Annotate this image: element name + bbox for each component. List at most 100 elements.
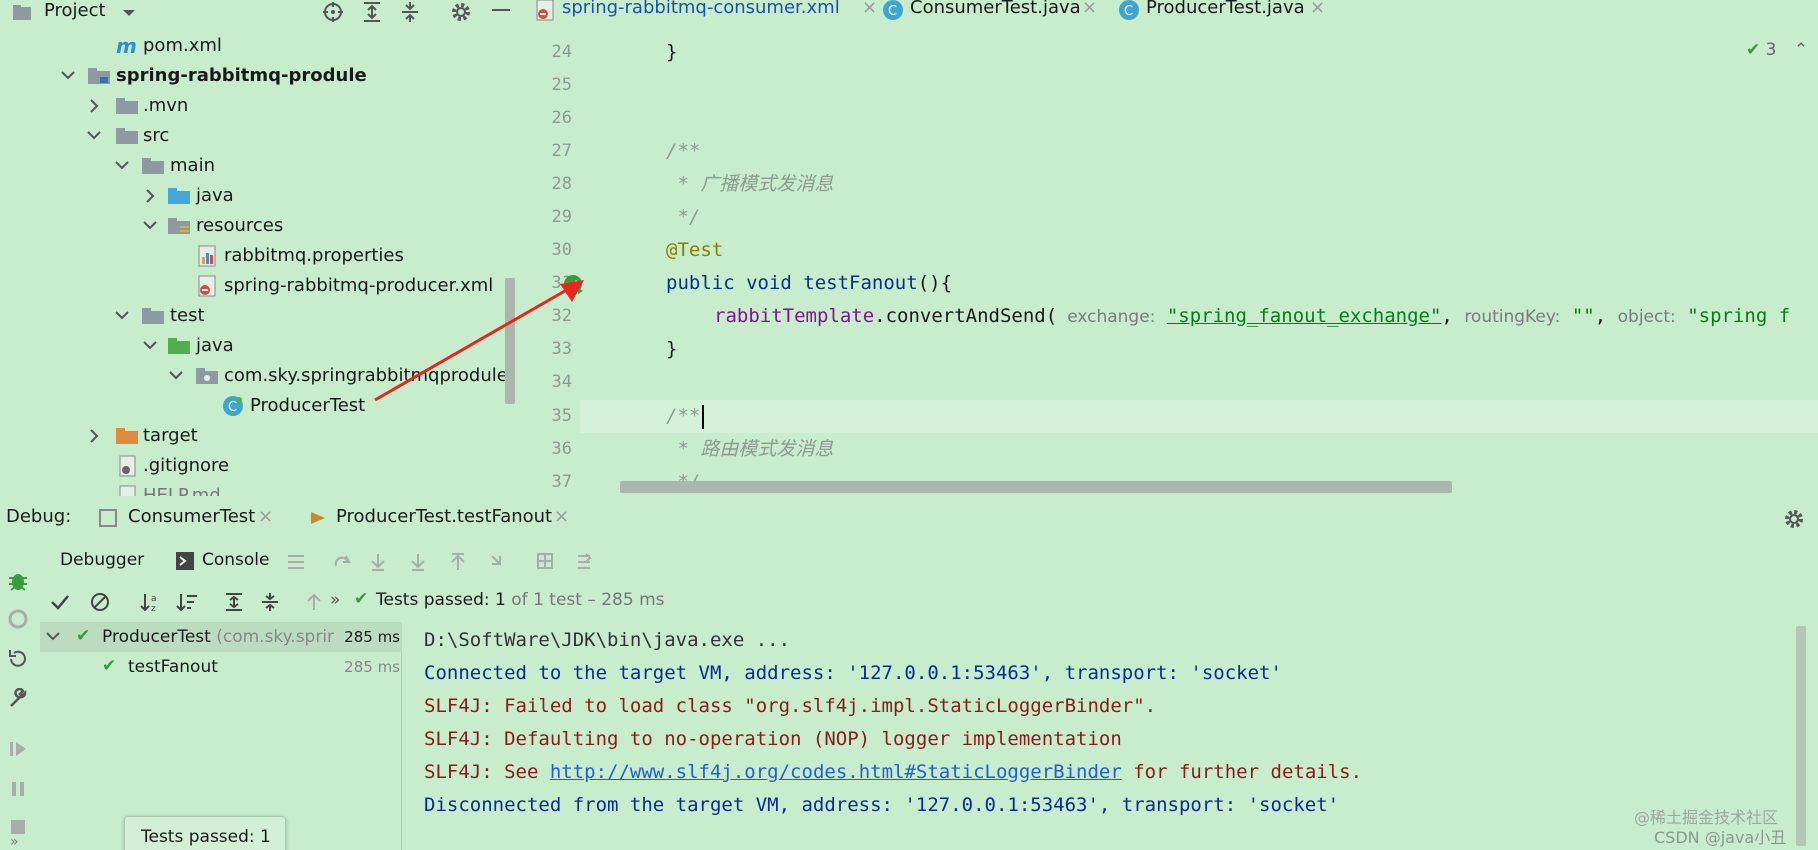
show-passed-icon[interactable] — [50, 592, 70, 612]
chevron-down-icon[interactable] — [86, 122, 102, 150]
collapse-all-icon[interactable] — [260, 592, 280, 612]
debugger-step-actions[interactable] — [286, 552, 726, 572]
bug-icon[interactable] — [7, 570, 29, 592]
locate-icon[interactable] — [322, 1, 344, 23]
tree-item-label: .mvn — [143, 95, 189, 116]
tab-console[interactable]: Console — [202, 550, 270, 570]
tree-item-label: java — [196, 185, 234, 206]
tree-item-target[interactable]: target — [0, 422, 518, 450]
session-label: ProducerTest.testFanout — [336, 506, 553, 527]
debug-label: Debug: — [6, 506, 72, 527]
tree-item-help-md[interactable]: HELP.md — [0, 482, 518, 496]
close-icon[interactable]: × — [1082, 0, 1097, 18]
show-ignored-icon[interactable] — [90, 592, 110, 612]
project-title[interactable]: Project — [44, 0, 106, 21]
chevron-right-icon[interactable] — [86, 92, 102, 120]
restart-icon[interactable] — [7, 648, 29, 670]
previous-failed-icon[interactable] — [304, 592, 324, 612]
collapse-all-icon[interactable] — [400, 1, 420, 23]
class-icon: C — [1119, 0, 1139, 20]
close-icon[interactable]: × — [862, 0, 877, 18]
code-line-27[interactable]: 27 /** — [520, 135, 1818, 168]
tree-item-label: main — [170, 155, 215, 176]
parameter-hint: routingKey: — [1464, 307, 1561, 327]
rerun-failed-icon[interactable] — [7, 608, 29, 630]
code-line-28[interactable]: 28 * 广播模式发消息 — [520, 168, 1818, 201]
watermark: CSDN @java小丑 — [1654, 828, 1787, 847]
test-folder-icon — [168, 338, 190, 354]
gear-icon[interactable] — [1783, 508, 1805, 530]
method-name: testFanout — [803, 272, 918, 294]
code-line-26[interactable]: 26 — [520, 102, 1818, 135]
console-scrollbar[interactable] — [1796, 626, 1806, 846]
tree-item-pom-xml[interactable]: m pom.xml — [0, 32, 518, 60]
code-line-31[interactable]: 31 public void testFanout(){ — [520, 267, 1818, 300]
close-icon[interactable]: × — [258, 506, 273, 527]
tests-passed-toast[interactable]: Tests passed: 1 — [124, 816, 286, 850]
package-icon — [196, 368, 218, 384]
code-line-24[interactable]: 24} — [520, 36, 1818, 69]
tab-debugger[interactable]: Debugger — [60, 550, 144, 570]
more-icon[interactable]: » — [330, 590, 340, 610]
field-name: rabbitTemplate — [714, 305, 875, 327]
tab-label: ConsumerTest.java — [910, 0, 1081, 18]
resume-icon[interactable] — [7, 738, 29, 760]
line-number: 24 — [551, 42, 572, 62]
tree-item-main[interactable]: main — [0, 152, 518, 180]
chevron-down-icon[interactable] — [122, 8, 136, 18]
tree-item-label: rabbitmq.properties — [224, 245, 404, 266]
test-name: ProducerTest — [102, 627, 211, 647]
console-text: for further details. — [1121, 761, 1363, 783]
chevron-down-icon[interactable] — [168, 362, 184, 390]
code-text: , — [1441, 305, 1453, 327]
close-icon[interactable]: × — [554, 506, 569, 527]
code-line-36[interactable]: 36 * 路由模式发消息 — [520, 433, 1818, 466]
chevron-right-icon[interactable] — [142, 182, 158, 210]
code-text: } — [666, 338, 678, 360]
gear-icon[interactable] — [450, 1, 472, 23]
pause-icon[interactable] — [7, 778, 29, 800]
tree-item-src[interactable]: src — [0, 122, 518, 150]
expand-all-icon[interactable] — [362, 1, 382, 23]
method-call: .convertAndSend( — [874, 305, 1058, 327]
comment: */ — [666, 206, 701, 228]
code-line-33[interactable]: 33} — [520, 333, 1818, 366]
sort-by-duration-icon[interactable] — [176, 592, 198, 612]
test-tree-row[interactable]: ✔ testFanout 285 ms — [40, 652, 402, 682]
code-line-32[interactable]: 32 rabbitTemplate.convertAndSend(exchang… — [520, 300, 1818, 333]
test-duration: 285 ms — [340, 628, 400, 646]
code-line-29[interactable]: 29 */ — [520, 201, 1818, 234]
chevron-right-icon[interactable] — [86, 422, 102, 450]
tree-item-mvn[interactable]: .mvn — [0, 92, 518, 120]
tree-item-resources[interactable]: resources — [0, 212, 518, 240]
editor-horizontal-scrollbar[interactable] — [620, 481, 1452, 493]
svg-text:z: z — [151, 604, 156, 612]
expand-all-icon[interactable] — [224, 592, 244, 612]
code-line-35[interactable]: 35 /** — [520, 400, 1818, 433]
tree-item-main-java[interactable]: java — [0, 182, 518, 210]
chevron-down-icon[interactable] — [142, 212, 158, 240]
tree-item-gitignore[interactable]: .gitignore — [0, 452, 518, 480]
minimize-icon[interactable] — [492, 9, 510, 13]
keyword: public void — [666, 272, 792, 294]
sort-alphabetically-icon[interactable]: az — [140, 592, 162, 612]
code-line-30[interactable]: 30 @Test — [520, 234, 1818, 267]
tree-item-rabbitmq-properties[interactable]: rabbitmq.properties — [0, 242, 518, 270]
chevron-down-icon[interactable] — [46, 631, 60, 643]
more-icon[interactable]: » — [10, 834, 19, 850]
wrench-icon[interactable] — [7, 688, 29, 710]
tree-item-spring-rabbitmq-produle[interactable]: spring-rabbitmq-produle — [0, 62, 518, 90]
close-icon[interactable]: × — [1310, 0, 1325, 18]
debug-tabs-row: Debugger Console — [40, 544, 1540, 580]
chevron-down-icon[interactable] — [114, 152, 130, 180]
test-tree-row[interactable]: ✔ ProducerTest (com.sky.sprir 285 ms — [40, 622, 402, 652]
properties-file-icon — [198, 245, 216, 267]
console-line: D:\SoftWare\JDK\bin\java.exe ... — [424, 629, 791, 651]
chevron-down-icon[interactable] — [114, 302, 130, 330]
chevron-down-icon[interactable] — [60, 62, 76, 90]
code-line-25[interactable]: 25 — [520, 69, 1818, 102]
chevron-down-icon[interactable] — [142, 332, 158, 360]
slf4j-link[interactable]: http://www.slf4j.org/codes.html#StaticLo… — [550, 761, 1122, 783]
code-line-34[interactable]: 34 — [520, 366, 1818, 399]
code-text: } — [666, 41, 678, 63]
